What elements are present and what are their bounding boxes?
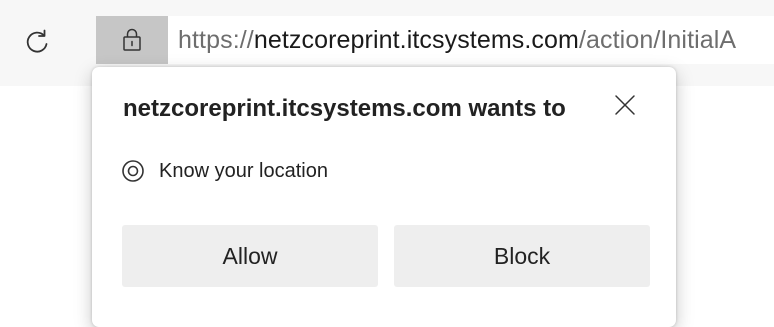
close-button[interactable] — [607, 87, 643, 123]
url-text: https://netzcoreprint.itcsystems.com/act… — [178, 26, 736, 55]
url-path: /action/InitialA — [578, 25, 737, 54]
permission-row: Know your location — [121, 159, 328, 183]
location-icon — [122, 160, 144, 182]
allow-button[interactable]: Allow — [122, 225, 378, 287]
refresh-button[interactable] — [20, 24, 56, 60]
site-info-button[interactable] — [96, 16, 168, 64]
popup-title: netzcoreprint.itcsystems.com wants to — [123, 95, 566, 122]
permission-popup: netzcoreprint.itcsystems.com wants to Kn… — [92, 67, 676, 327]
url-host: netzcoreprint.itcsystems.com — [253, 25, 579, 54]
permission-label: Know your location — [159, 159, 328, 182]
url-scheme: https:// — [178, 25, 254, 54]
close-icon — [615, 95, 635, 115]
refresh-icon — [26, 29, 48, 53]
lock-icon — [123, 28, 141, 51]
block-button[interactable]: Block — [394, 225, 650, 287]
address-bar[interactable]: https://netzcoreprint.itcsystems.com/act… — [96, 16, 774, 64]
